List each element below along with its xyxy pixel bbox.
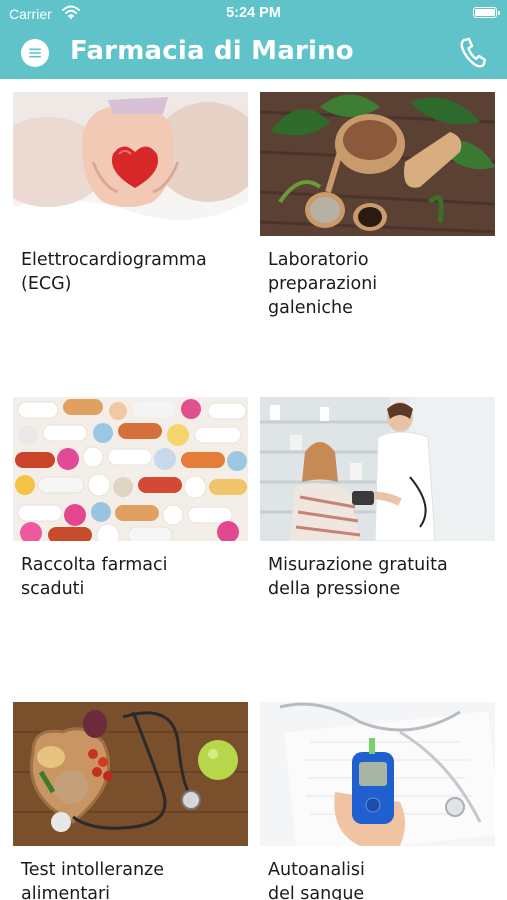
menu-button[interactable]	[21, 39, 49, 67]
service-label: Test intolleranze alimentari	[21, 860, 164, 900]
service-label: Autoanalisi del sangue	[268, 860, 365, 900]
app-header: Carrier 5:24 PM Farmacia di Marino	[0, 0, 507, 79]
service-card-expired-medicines[interactable]: Raccolta farmaci scaduti	[13, 397, 248, 601]
page-title: Farmacia di Marino	[70, 36, 354, 66]
battery-icon	[473, 7, 500, 18]
service-card-blood-self-test[interactable]: Autoanalisi del sangue	[260, 702, 495, 900]
service-card-galenic-lab[interactable]: Laboratorio preparazioni galeniche	[260, 92, 495, 320]
services-grid: Elettrocardiogramma (ECG) Laboratorio pr…	[0, 79, 507, 900]
pharmacist-measuring-blood-pressure-image	[260, 397, 495, 541]
service-card-food-intolerance[interactable]: Test intolleranze alimentari	[13, 702, 248, 900]
glucose-meter-in-hand-image	[260, 702, 495, 846]
service-card-blood-pressure[interactable]: Misurazione gratuita della pressione	[260, 397, 495, 601]
service-label: Laboratorio preparazioni galeniche	[268, 250, 378, 318]
colorful-pills-and-capsules-image	[13, 397, 248, 541]
service-label: Elettrocardiogramma (ECG)	[21, 250, 207, 294]
call-button[interactable]	[458, 37, 487, 69]
hands-holding-red-heart-image	[13, 92, 248, 236]
service-label: Misurazione gratuita della pressione	[268, 555, 448, 599]
phone-icon	[460, 37, 487, 68]
food-and-stethoscope-image	[13, 702, 248, 846]
navigation-bar: Farmacia di Marino	[0, 28, 507, 79]
status-time: 5:24 PM	[226, 5, 281, 21]
service-label: Raccolta farmaci scaduti	[21, 555, 168, 599]
service-card-ecg[interactable]: Elettrocardiogramma (ECG)	[13, 92, 248, 296]
herbs-mortar-and-pestle-image	[260, 92, 495, 236]
status-bar: Carrier 5:24 PM	[0, 0, 507, 28]
menu-icon	[29, 48, 41, 58]
